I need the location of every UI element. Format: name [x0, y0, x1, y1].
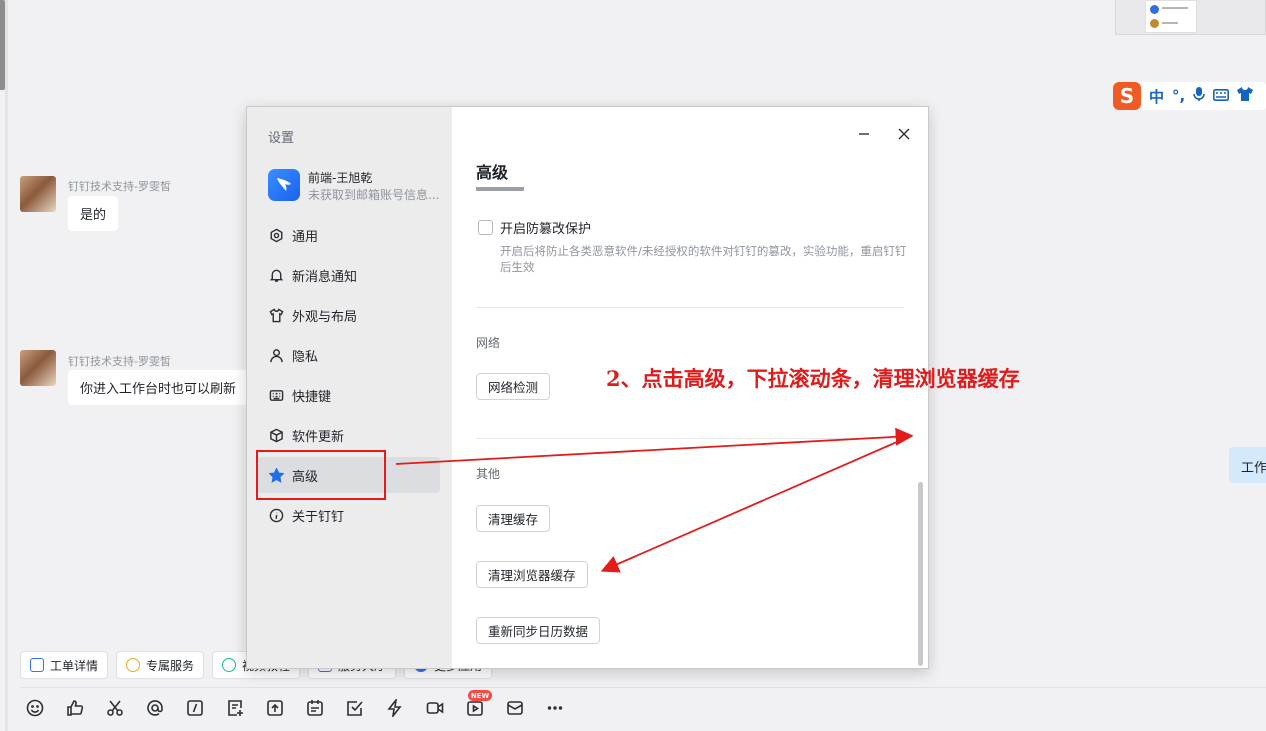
minimize-icon[interactable] — [855, 125, 873, 143]
sidebar-item-label: 外观与布局 — [292, 309, 358, 325]
left-edge-strip — [5, 0, 8, 731]
slash-command-icon[interactable] — [185, 698, 205, 718]
message-bubble: 是的 — [68, 196, 119, 231]
lightning-icon[interactable] — [385, 698, 405, 718]
video-call-icon[interactable] — [425, 698, 445, 718]
sidebar-item-label: 快捷键 — [292, 389, 332, 405]
other-group-label: 其他 — [476, 467, 501, 481]
dingtalk-logo-icon — [268, 169, 300, 201]
profile-name: 前端-王旭乾 — [308, 171, 373, 185]
scissors-icon[interactable] — [105, 698, 125, 718]
sidebar-item-software-update[interactable]: 软件更新 — [257, 417, 440, 453]
annotation-text: 2、点击高级，下拉滚动条，清理浏览器缓存 — [606, 366, 1020, 391]
clipped-scroll-text — [476, 187, 536, 191]
thumbs-up-icon[interactable] — [65, 698, 85, 718]
resync-calendar-button[interactable]: 重新同步日历数据 — [476, 617, 601, 644]
ime-chinese-mode[interactable]: 中 — [1149, 86, 1164, 107]
profile-subtitle: 未获取到邮箱账号信息... — [308, 188, 440, 202]
thumbnail-line — [1162, 22, 1178, 24]
close-icon[interactable] — [895, 125, 913, 143]
sidebar-item-general[interactable]: 通用 — [257, 217, 440, 253]
thumbnail-line — [1162, 7, 1188, 9]
message-bubble-self: 工作 — [1229, 447, 1266, 483]
chip-label: 专属服务 — [146, 658, 195, 673]
person-icon — [268, 347, 284, 363]
content-scrollbar[interactable] — [918, 482, 923, 666]
emoji-icon[interactable] — [25, 698, 45, 718]
sidebar-item-label: 隐私 — [292, 349, 319, 365]
sidebar-item-privacy[interactable]: 隐私 — [257, 337, 440, 373]
annotation-highlight-box — [256, 450, 386, 500]
clear-cache-button[interactable]: 清理缓存 — [476, 505, 551, 532]
cube-icon — [268, 427, 284, 443]
sidebar-item-label: 关于钉钉 — [292, 509, 345, 525]
sidebar-item-appearance[interactable]: 外观与布局 — [257, 297, 440, 333]
tamper-protection-label[interactable]: 开启防篡改保护 — [500, 218, 591, 237]
at-icon[interactable] — [145, 698, 165, 718]
message-sender: 钉钉技术支持-罗雯皙 — [68, 355, 171, 368]
thumbnail-dot-icon — [1150, 19, 1159, 28]
service-icon — [126, 658, 140, 672]
new-badge: NEW — [468, 690, 492, 701]
tamper-protection-description: 开启后将防止各类恶意软件/未经授权的软件对钉钉的篡改，实验功能，重启钉钉后生效 — [500, 244, 907, 274]
message-bubble: 你进入工作台时也可以刷新 — [68, 370, 248, 405]
calendar-icon[interactable] — [305, 698, 325, 718]
thumbnail-dot-icon — [1150, 5, 1159, 14]
section-title: 高级 — [476, 163, 509, 182]
ime-skin-icon[interactable] — [1237, 87, 1254, 105]
sidebar-item-label: 软件更新 — [292, 429, 345, 445]
upload-file-icon[interactable] — [265, 698, 285, 718]
ticket-icon — [30, 658, 44, 672]
play-icon — [222, 658, 236, 672]
chip-label: 工单详情 — [50, 658, 99, 673]
keyboard-icon — [268, 387, 284, 403]
thumbnail-card — [1145, 0, 1197, 33]
avatar[interactable] — [20, 176, 56, 212]
ime-punctuation[interactable]: °, — [1172, 87, 1185, 105]
todo-check-icon[interactable] — [345, 698, 365, 718]
network-check-button[interactable]: 网络检测 — [476, 373, 551, 400]
clear-browser-cache-button[interactable]: 清理浏览器缓存 — [476, 561, 588, 588]
live-play-icon[interactable] — [465, 698, 485, 718]
section-divider — [476, 438, 904, 439]
ime-toolbar[interactable]: S 中 °, — [1113, 82, 1266, 110]
more-icon[interactable] — [545, 698, 565, 718]
sidebar-item-label: 新消息通知 — [292, 269, 358, 285]
tamper-protection-checkbox[interactable] — [478, 220, 493, 235]
bell-icon — [268, 267, 284, 283]
settings-icon — [268, 227, 284, 243]
input-divider — [20, 687, 1266, 688]
avatar[interactable] — [20, 350, 56, 386]
mail-icon[interactable] — [505, 698, 525, 718]
shirt-icon — [268, 307, 284, 323]
quick-action-ticket-details[interactable]: 工单详情 — [20, 651, 109, 679]
sidebar-item-notifications[interactable]: 新消息通知 — [257, 257, 440, 293]
sidebar-item-shortcuts[interactable]: 快捷键 — [257, 377, 440, 413]
settings-title: 设置 — [268, 131, 295, 146]
settings-sidebar: 设置 前端-王旭乾 未获取到邮箱账号信息... 通用 新消息通知 外观与布局 隐… — [247, 107, 452, 668]
sidebar-item-about[interactable]: 关于钉钉 — [257, 497, 440, 533]
sogou-logo-icon[interactable]: S — [1113, 82, 1141, 110]
info-icon — [268, 507, 284, 523]
network-group-label: 网络 — [476, 336, 501, 350]
ime-keyboard-icon[interactable] — [1213, 87, 1230, 105]
message-sender: 钉钉技术支持-罗雯皙 — [68, 180, 171, 193]
doc-add-icon[interactable] — [225, 698, 245, 718]
section-divider — [476, 307, 904, 308]
quick-action-exclusive-service[interactable]: 专属服务 — [116, 651, 205, 679]
sidebar-item-label: 通用 — [292, 229, 319, 245]
ime-voice-icon[interactable] — [1193, 86, 1206, 106]
